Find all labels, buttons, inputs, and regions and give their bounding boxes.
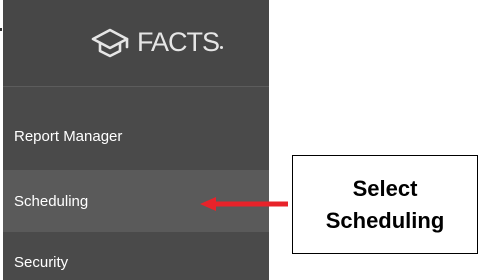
logo-dot <box>220 46 224 49</box>
sidebar-item-report-manager[interactable]: Report Manager <box>3 106 269 166</box>
left-arrow-icon <box>200 197 288 211</box>
sidebar-item-label: Scheduling <box>14 192 89 210</box>
facts-logo[interactable]: FACTS <box>89 24 224 60</box>
sidebar-item-label: Security <box>14 253 69 271</box>
sidebar-item-security[interactable]: Security <box>3 238 269 280</box>
sidebar-divider <box>3 86 269 87</box>
annotation-line-2: Scheduling <box>325 207 445 233</box>
annotation-callout: Select Scheduling <box>292 155 478 254</box>
sidebar: FACTS Report Manager Scheduling Security <box>3 0 269 280</box>
logo-text: FACTS <box>137 26 220 57</box>
edge-mark <box>0 28 2 31</box>
logo-area: FACTS <box>3 0 269 86</box>
annotation-line-1: Select <box>352 175 418 201</box>
graduation-cap-icon <box>91 28 129 58</box>
sidebar-item-label: Report Manager <box>14 127 123 145</box>
screenshot-canvas: FACTS Report Manager Scheduling Security… <box>0 0 480 280</box>
